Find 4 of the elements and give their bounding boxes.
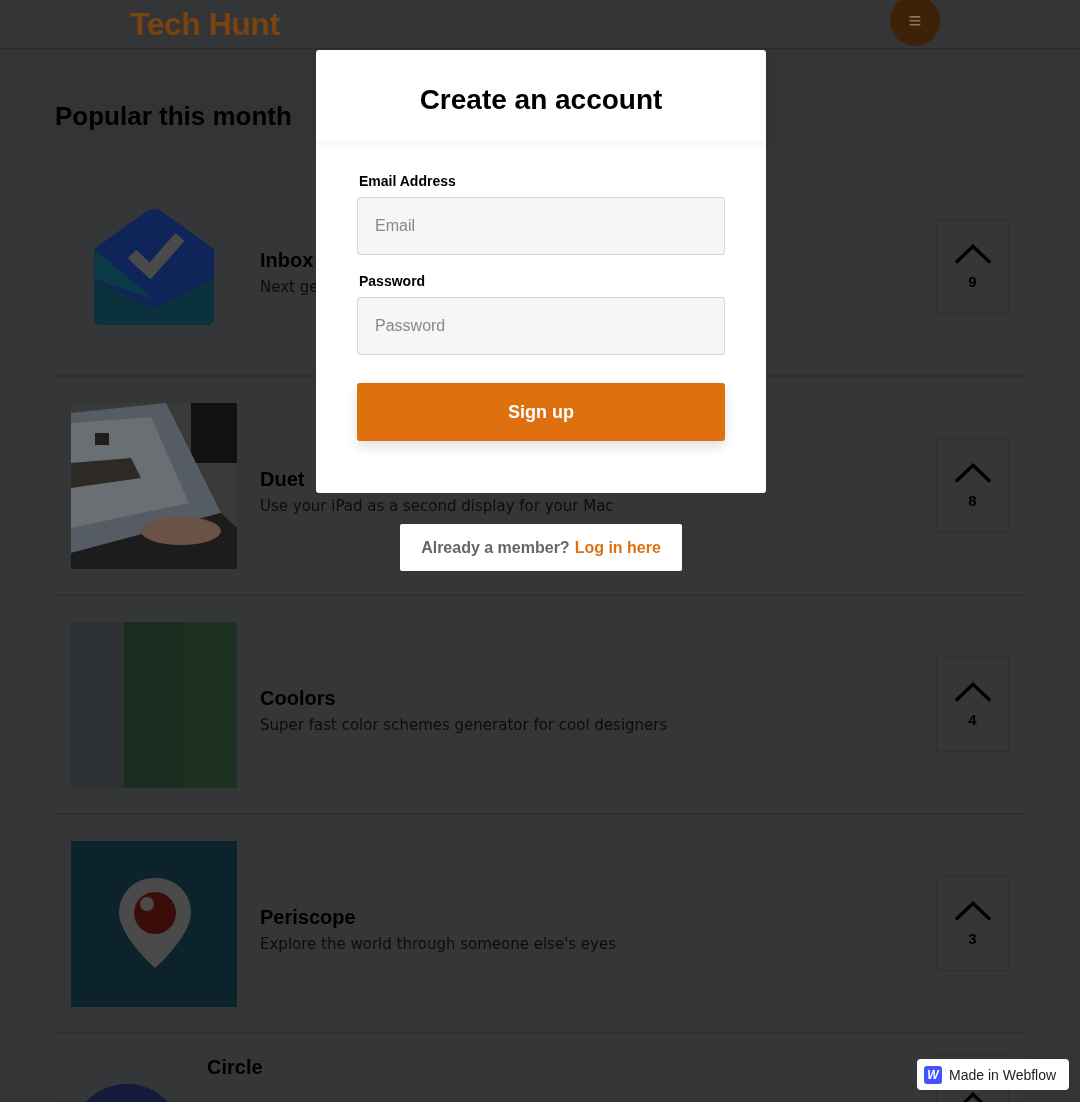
field-label: Password xyxy=(359,273,427,289)
login-question: Already a member? xyxy=(421,538,570,557)
dialog-title: Create an account xyxy=(419,83,663,116)
field-label: Email Address xyxy=(359,173,457,189)
